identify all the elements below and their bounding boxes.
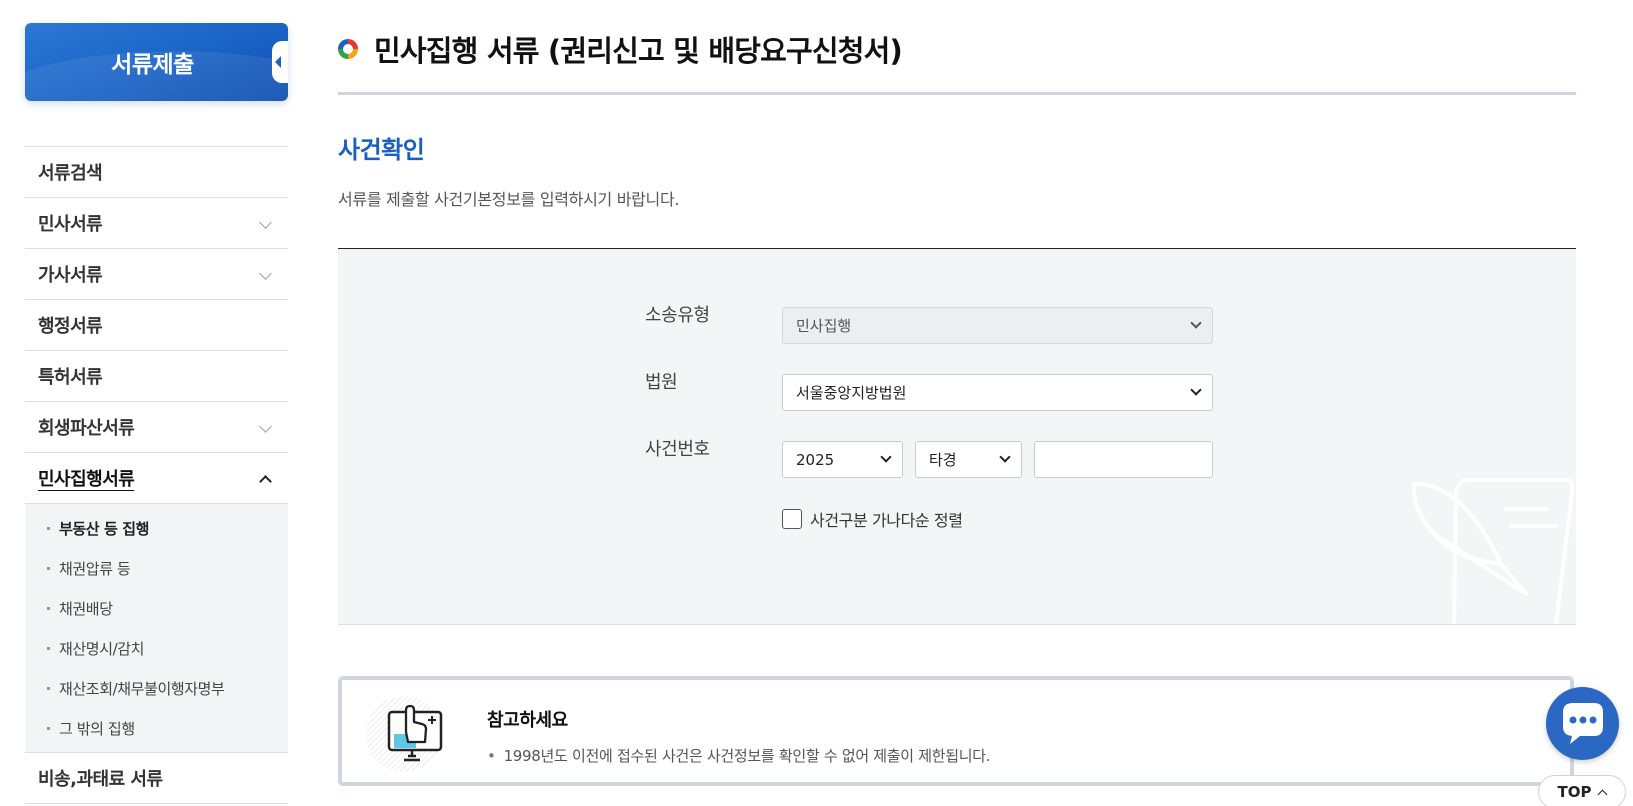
sort-checkbox-label: 사건구분 가나다순 정렬 bbox=[810, 511, 963, 530]
sidebar-title: 서류제출 bbox=[111, 52, 194, 78]
chat-bubble-icon bbox=[1563, 703, 1603, 744]
touch-screen-icon bbox=[366, 696, 443, 772]
sidebar-item-label: 민사집행서류 bbox=[38, 469, 135, 490]
case-number-input[interactable] bbox=[1034, 441, 1213, 478]
sidebar-item-label: 서류검색 bbox=[38, 163, 103, 184]
sidebar-item-family[interactable]: 가사서류 bbox=[25, 249, 288, 300]
section-title: 사건확인 bbox=[338, 136, 425, 164]
sidebar-submenu: 부동산 등 집행 채권압류 등 채권배당 재산명시/감치 재산조회/채무불이행자… bbox=[25, 504, 288, 753]
page-title: 민사집행 서류 (권리신고 및 배당요구신청서) bbox=[374, 34, 903, 68]
chat-button[interactable] bbox=[1546, 687, 1619, 760]
submenu-item-real-estate[interactable]: 부동산 등 집행 bbox=[25, 508, 288, 548]
submenu-item-other-execution[interactable]: 그 밖의 집행 bbox=[25, 708, 288, 748]
title-ring-icon bbox=[338, 39, 358, 59]
notice-item-text: 1998년도 이전에 접수된 사건은 사건정보를 확인할 수 없어 제출이 제한… bbox=[503, 747, 991, 765]
sidebar-item-civil-execution[interactable]: 민사집행서류 bbox=[25, 453, 288, 504]
court-label: 법원 bbox=[645, 372, 678, 393]
notice-item: • 1998년도 이전에 접수된 사건은 사건정보를 확인할 수 없어 제출이 제… bbox=[487, 745, 991, 766]
case-check-form: 소송유형 민사집행 법원 서울중앙지방법원 사건번호 2025 타경 사건구분 … bbox=[338, 248, 1576, 625]
sort-checkbox-row[interactable]: 사건구분 가나다순 정렬 bbox=[782, 507, 963, 531]
submenu-item-bond-seizure[interactable]: 채권압류 등 bbox=[25, 548, 288, 588]
submenu-item-property-disclosure[interactable]: 재산명시/감치 bbox=[25, 628, 288, 668]
case-year-value: 2025 bbox=[796, 450, 835, 469]
sidebar-header: 서류제출 bbox=[25, 23, 288, 101]
submenu-item-property-inquiry[interactable]: 재산조회/채무불이행자명부 bbox=[25, 668, 288, 708]
sidebar-item-document-search[interactable]: 서류검색 bbox=[25, 147, 288, 198]
lawsuit-type-value: 민사집행 bbox=[796, 317, 852, 335]
case-type-select[interactable]: 타경 bbox=[915, 441, 1022, 478]
chevron-down-icon bbox=[259, 267, 272, 280]
sidebar-menu: 서류검색 민사서류 가사서류 행정서류 특허서류 회생파산서류 민사집행서류 부… bbox=[25, 146, 288, 804]
sidebar-item-label: 비송,과태료 서류 bbox=[38, 769, 163, 790]
chevron-down-icon bbox=[259, 420, 272, 433]
page-title-row: 민사집행 서류 (권리신고 및 배당요구신청서) bbox=[338, 28, 903, 70]
sidebar-item-label: 민사서류 bbox=[38, 214, 103, 235]
chevron-down-icon bbox=[999, 451, 1011, 463]
chevron-left-icon bbox=[275, 56, 281, 68]
sidebar-item-rehabilitation-bankruptcy[interactable]: 회생파산서류 bbox=[25, 402, 288, 453]
chevron-up-icon bbox=[1598, 789, 1608, 799]
chevron-down-icon bbox=[880, 451, 892, 463]
lawsuit-type-select[interactable]: 민사집행 bbox=[782, 307, 1213, 344]
sidebar-item-label: 행정서류 bbox=[38, 316, 103, 337]
scroll-top-label: TOP bbox=[1557, 783, 1592, 801]
sidebar-item-label: 회생파산서류 bbox=[38, 418, 135, 439]
sidebar-item-civil[interactable]: 민사서류 bbox=[25, 198, 288, 249]
sort-checkbox[interactable] bbox=[782, 509, 802, 529]
sidebar-item-administrative[interactable]: 행정서류 bbox=[25, 300, 288, 351]
notice-box: 참고하세요 • 1998년도 이전에 접수된 사건은 사건정보를 확인할 수 없어… bbox=[338, 676, 1574, 786]
scroll-top-button[interactable]: TOP bbox=[1538, 775, 1626, 806]
lawsuit-type-label: 소송유형 bbox=[645, 305, 710, 326]
title-divider bbox=[338, 92, 1576, 95]
sidebar-item-non-contentious[interactable]: 비송,과태료 서류 bbox=[25, 753, 288, 804]
chevron-down-icon bbox=[1190, 384, 1202, 396]
submenu-item-bond-distribution[interactable]: 채권배당 bbox=[25, 588, 288, 628]
sidebar-collapse-toggle[interactable] bbox=[272, 41, 288, 83]
chevron-up-icon bbox=[259, 475, 272, 488]
sidebar: 서류제출 서류검색 민사서류 가사서류 행정서류 특허서류 회생파산서류 민사집… bbox=[25, 23, 288, 804]
court-value: 서울중앙지방법원 bbox=[796, 384, 907, 402]
section-description: 서류를 제출할 사건기본정보를 입력하시기 바랍니다. bbox=[338, 190, 680, 209]
bullet-icon: • bbox=[487, 747, 496, 765]
sidebar-item-patent[interactable]: 특허서류 bbox=[25, 351, 288, 402]
notice-title: 참고하세요 bbox=[487, 710, 568, 731]
sidebar-item-label: 특허서류 bbox=[38, 367, 103, 388]
case-number-label: 사건번호 bbox=[645, 439, 710, 460]
quill-paper-icon bbox=[1411, 478, 1575, 624]
court-select[interactable]: 서울중앙지방법원 bbox=[782, 374, 1213, 411]
sidebar-item-label: 가사서류 bbox=[38, 265, 103, 286]
chevron-down-icon bbox=[1190, 317, 1202, 329]
chevron-down-icon bbox=[259, 216, 272, 229]
case-type-value: 타경 bbox=[929, 451, 957, 469]
case-year-select[interactable]: 2025 bbox=[782, 441, 903, 478]
